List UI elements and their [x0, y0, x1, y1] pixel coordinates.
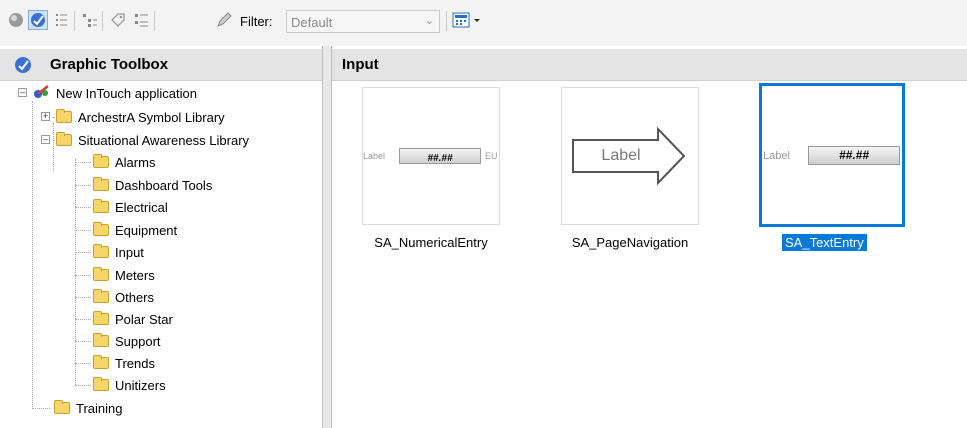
tree-item-label: Polar Star	[115, 311, 173, 327]
tree-item-archestra[interactable]: ArchestrA Symbol Library	[56, 106, 225, 128]
folder-icon	[93, 199, 109, 213]
tree-item-label: ArchestrA Symbol Library	[78, 109, 225, 125]
symbol-caption[interactable]: SA_PageNavigation	[561, 235, 699, 250]
expand-archestra-icon[interactable]: +	[41, 112, 50, 121]
folder-icon	[93, 244, 109, 258]
collapse-root-icon[interactable]: –	[18, 88, 27, 97]
tree-item-root[interactable]: New InTouch application	[32, 82, 197, 104]
pane-splitter[interactable]	[322, 46, 332, 428]
tree-item-equipment[interactable]: Equipment	[93, 219, 177, 241]
toolbar-separator	[154, 11, 155, 31]
toolbar: Filter: Default ⌄	[0, 0, 967, 46]
preview-value: ##.##	[427, 153, 453, 164]
symbol-thumbnail-numerical-entry[interactable]: Label ##.## EU	[362, 87, 500, 225]
tree-item-trends[interactable]: Trends	[93, 352, 155, 374]
symbol-preview: Label ##.## EU	[363, 148, 499, 168]
symbol-gallery-pane: Input Label ##.## EU SA_NumericalEntry L…	[332, 49, 967, 428]
tree-item-label: Input	[115, 244, 144, 260]
preview-label: Label	[363, 151, 386, 161]
symbol-caption[interactable]: SA_NumericalEntry	[362, 235, 500, 250]
preview-label: Label	[601, 147, 641, 164]
tree-item-training[interactable]: Training	[54, 397, 122, 419]
folder-icon	[93, 222, 109, 236]
tree-item-label: Equipment	[115, 222, 178, 238]
filter-label: Filter:	[240, 14, 273, 29]
folder-icon	[93, 377, 109, 391]
tree-item-label: Others	[115, 289, 155, 305]
pane-title: Graphic Toolbox	[50, 56, 169, 73]
folder-icon	[93, 311, 109, 325]
preview-label: Label	[763, 150, 790, 162]
tree-item-label: Meters	[115, 267, 155, 283]
details-view-icon[interactable]	[132, 10, 152, 30]
toolbar-separator	[74, 11, 75, 31]
preview-value-box: ##.##	[808, 146, 900, 165]
tree-item-meters[interactable]: Meters	[93, 264, 155, 286]
symbol-thumbnail-page-navigation[interactable]: Label	[561, 87, 699, 225]
toolbar-separator	[446, 11, 447, 31]
tree-item-label: Electrical	[115, 199, 168, 215]
pane-header: Graphic Toolbox	[0, 49, 322, 81]
toolbox-toggle-icon[interactable]	[28, 10, 48, 30]
ball-icon[interactable]	[6, 10, 26, 30]
folder-icon	[93, 154, 109, 168]
tree-item-dashboard-tools[interactable]: Dashboard Tools	[93, 174, 212, 196]
tree-item-label: Trends	[115, 355, 155, 371]
collapse-sa-library-icon[interactable]: –	[41, 135, 50, 144]
tree-view-icon[interactable]	[80, 10, 100, 30]
preview-value-box: ##.##	[399, 148, 481, 164]
tree-item-alarms[interactable]: Alarms	[93, 151, 155, 173]
tree-item-label: New InTouch application	[56, 85, 197, 101]
app-icon	[32, 84, 50, 103]
filter-select[interactable]: Default ⌄	[286, 10, 440, 33]
list-view-icon[interactable]	[52, 10, 72, 30]
tree-item-label: Dashboard Tools	[115, 177, 213, 193]
toolbox-icon	[14, 56, 32, 78]
pencil-icon[interactable]	[214, 10, 234, 30]
chevron-down-icon: ⌄	[424, 15, 434, 27]
folder-icon	[93, 267, 109, 281]
tree-item-label: Support	[115, 333, 161, 349]
tree-item-input[interactable]: Input	[93, 241, 144, 263]
pane-title: Input	[342, 56, 379, 73]
tree-item-label: Situational Awareness Library	[78, 132, 250, 148]
tree-item-sa-library[interactable]: Situational Awareness Library	[56, 129, 249, 151]
preview-value: ##.##	[838, 148, 870, 162]
folder-icon	[56, 132, 72, 146]
folder-icon	[93, 289, 109, 303]
toolbar-separator	[102, 11, 103, 31]
preview-unit: EU	[485, 151, 498, 161]
symbol-thumbnail-text-entry[interactable]: Label ##.##	[759, 83, 905, 227]
filter-select-value: Default	[291, 15, 333, 30]
folder-icon	[54, 400, 70, 414]
tree-item-electrical[interactable]: Electrical	[93, 196, 168, 218]
folder-icon	[56, 109, 72, 123]
tag-icon[interactable]	[108, 10, 128, 30]
tree-item-polar-star[interactable]: Polar Star	[93, 308, 173, 330]
folder-icon	[93, 333, 109, 347]
tree-item-label: Alarms	[115, 154, 156, 170]
folder-icon	[93, 177, 109, 191]
tree-item-support[interactable]: Support	[93, 330, 161, 352]
view-mode-dropdown[interactable]	[452, 10, 482, 30]
folder-icon	[93, 355, 109, 369]
tree-item-label: Training	[76, 400, 123, 416]
tree-item-others[interactable]: Others	[93, 286, 154, 308]
tree-item-unitizers[interactable]: Unitizers	[93, 374, 166, 396]
tree-item-label: Unitizers	[115, 377, 166, 393]
symbol-caption-selected[interactable]: SA_TextEntry	[782, 234, 867, 251]
pane-header: Input	[332, 49, 967, 81]
symbol-preview: Label ##.##	[762, 146, 902, 168]
graphic-toolbox-pane: Graphic Toolbox – New InTouch applicatio…	[0, 49, 323, 428]
